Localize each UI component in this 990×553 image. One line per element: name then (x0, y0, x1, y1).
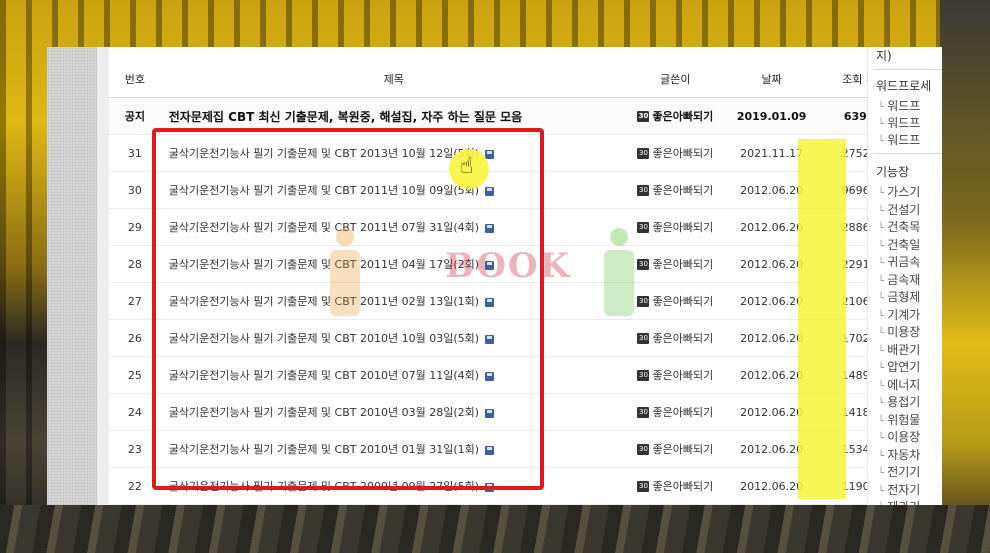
member-level-icon: 30 (637, 480, 650, 492)
writer-name: 좋은아빠되기 (652, 295, 714, 309)
sidebar-item[interactable]: 용접기 (878, 393, 920, 410)
member-level-icon: 30 (637, 147, 650, 159)
member-level-icon: 30 (637, 295, 650, 307)
member-level-icon: 30 (637, 221, 650, 233)
post-writer[interactable]: 30좋은아빠되기 (626, 319, 724, 357)
page-gutter (97, 47, 109, 505)
sidebar-item[interactable]: 건설기 (878, 201, 920, 218)
sidebar-fragment: 지) (876, 49, 892, 63)
sidebar-section-word[interactable]: 워드프로세 (876, 77, 931, 94)
post-date: 2012.06.20 (724, 504, 820, 505)
sidebar-item[interactable]: 금속재 (878, 271, 920, 288)
background-photo-bottom (0, 505, 990, 553)
titles-highlight-box (152, 128, 544, 490)
sidebar-item[interactable]: 기계가 (878, 306, 920, 323)
member-level-icon: 30 (637, 332, 650, 344)
hand-pointer-icon: ☝ (460, 154, 474, 179)
post-writer[interactable]: 30좋은아빠되기 (626, 245, 724, 283)
post-writer[interactable]: 30좋은아빠되기 (626, 430, 724, 468)
writer-name: 좋은아빠되기 (652, 369, 714, 383)
sidebar-item[interactable]: 전기기 (878, 463, 920, 480)
member-level-icon: 30 (637, 369, 650, 381)
sidebar-item[interactable]: 미용장 (878, 323, 920, 340)
member-level-icon: 30 (637, 110, 650, 122)
category-sidebar: 지) 워드프로세 워드프워드프워드프 기능장 가스기건설기건축목건축일귀금속금속… (867, 47, 942, 505)
sidebar-item[interactable]: 건축일 (878, 236, 920, 253)
header-writer[interactable]: 글쓴이 (626, 61, 724, 98)
page-left-margin (47, 47, 97, 505)
sidebar-item[interactable]: 제과기 (878, 498, 920, 505)
sidebar-item[interactable]: 워드프 (878, 131, 920, 148)
writer-name: 좋은아빠되기 (652, 443, 714, 457)
member-level-icon: 30 (637, 406, 650, 418)
sidebar-divider (874, 153, 942, 154)
sidebar-item[interactable]: 귀금속 (878, 253, 920, 270)
sidebar-item[interactable]: 압연기 (878, 358, 920, 375)
sidebar-divider (874, 69, 942, 70)
post-writer[interactable]: 30좋은아빠되기 (626, 282, 724, 320)
post-writer[interactable]: 30좋은아빠되기 (626, 171, 724, 209)
post-writer[interactable]: 30좋은아빠되기 (626, 467, 724, 505)
header-date[interactable]: 날짜 (724, 61, 820, 98)
sidebar-item[interactable]: 위험물 (878, 411, 920, 428)
notice-date: 2019.01.09 (724, 97, 820, 135)
writer-name: 좋은아빠되기 (652, 332, 714, 346)
notice-writer[interactable]: 30 좋은아빠되기 (626, 97, 724, 135)
sidebar-item[interactable]: 워드프 (878, 97, 920, 114)
background-photo-right (940, 0, 990, 553)
table-header-row: 번호 제목 글쓴이 날짜 조회 수 (109, 61, 899, 98)
writer-name: 좋은아빠되기 (652, 480, 714, 494)
member-level-icon: 30 (637, 184, 650, 196)
sidebar-item[interactable]: 전자기 (878, 481, 920, 498)
post-writer[interactable]: 30좋은아빠되기 (626, 393, 724, 431)
header-title[interactable]: 제목 (160, 61, 627, 98)
sidebar-item[interactable]: 금형제 (878, 288, 920, 305)
sidebar-item[interactable]: 워드프 (878, 114, 920, 131)
sidebar-item[interactable]: 에너지 (878, 376, 920, 393)
post-writer[interactable]: 30좋은아빠되기 (626, 208, 724, 246)
post-writer[interactable]: 30좋은아빠되기 (626, 504, 724, 505)
sidebar-item[interactable]: 배관기 (878, 341, 920, 358)
post-number: 21 (109, 504, 161, 505)
writer-name: 좋은아빠되기 (652, 221, 714, 235)
sidebar-item[interactable]: 이용장 (878, 428, 920, 445)
writer-name: 좋은아빠되기 (652, 110, 714, 124)
writer-name: 좋은아빠되기 (652, 406, 714, 420)
writer-name: 좋은아빠되기 (652, 184, 714, 198)
member-level-icon: 30 (637, 443, 650, 455)
writer-name: 좋은아빠되기 (652, 147, 714, 161)
sidebar-item[interactable]: 자동차 (878, 446, 920, 463)
header-number: 번호 (109, 61, 161, 98)
sidebar-item[interactable]: 가스기 (878, 183, 920, 200)
post-title-cell: 굴삭기운전기능사 필기 기출문제 및 CBT 2009년 07월 12일(4회) (160, 504, 627, 505)
views-highlight (798, 139, 846, 499)
sidebar-section-master[interactable]: 기능장 (876, 163, 909, 180)
sidebar-item[interactable]: 건축목 (878, 218, 920, 235)
member-level-icon: 30 (637, 258, 650, 270)
post-writer[interactable]: 30좋은아빠되기 (626, 356, 724, 394)
writer-name: 좋은아빠되기 (652, 258, 714, 272)
post-writer[interactable]: 30좋은아빠되기 (626, 134, 724, 172)
table-row: 21굴삭기운전기능사 필기 기출문제 및 CBT 2009년 07월 12일(4… (109, 504, 899, 505)
